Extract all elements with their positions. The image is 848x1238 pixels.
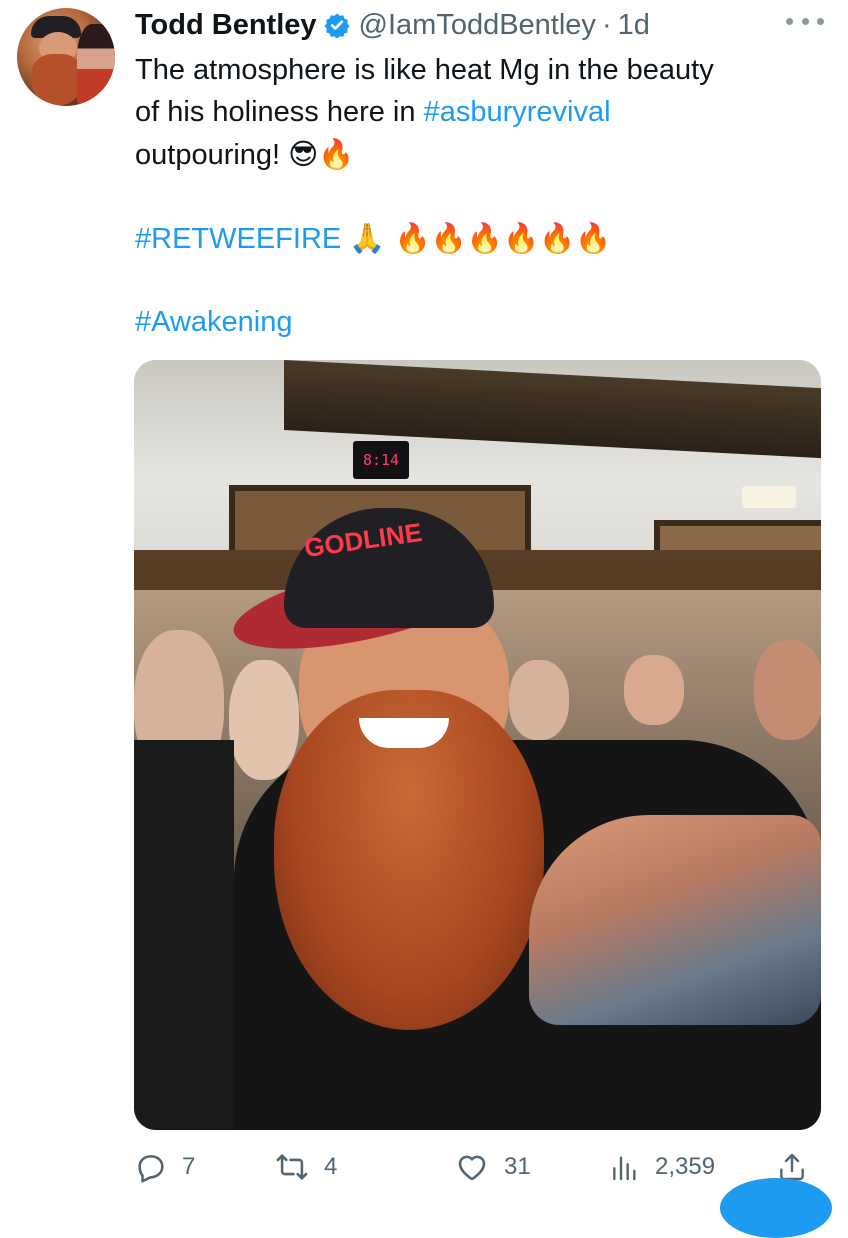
compose-button-edge[interactable] [720,1178,832,1238]
views-icon [613,1156,636,1181]
avatar-companion [77,24,115,106]
like-count: 31 [504,1153,531,1180]
tweet-text-line-4: #RETWEEFIRE 🙏 🔥🔥🔥🔥🔥🔥 [135,217,825,259]
tweet-time[interactable]: 1d [618,9,650,42]
reply-icon [138,1155,164,1183]
tweet-actions: 7 4 31 2,359 [134,1145,824,1189]
tweet-text: The atmosphere is like heat Mg in the be… [135,49,825,343]
more-dot [817,17,824,25]
tweet[interactable]: Todd Bentley @IamToddBentley · 1d The at… [0,0,848,1238]
tweet-text-segment: of his holiness here in [135,96,424,128]
view-count: 2,359 [655,1153,716,1180]
photo-tattooed-arm [529,815,821,1025]
more-dot [801,17,809,25]
emoji-sunglasses-fire: 😎🔥 [288,137,355,171]
hashtag-asburyrevival[interactable]: #asburyrevival [424,96,611,128]
tweet-photo[interactable]: 8:14 GODLINE [134,360,821,1130]
hashtag-awakening[interactable]: #Awakening [135,306,292,338]
author-name[interactable]: Todd Bentley [135,9,317,42]
tweet-header: Todd Bentley @IamToddBentley · 1d [135,4,650,46]
tweet-text-segment: outpouring! [135,139,289,171]
retweet-button[interactable]: 4 [274,1145,337,1189]
hashtag-retweefire[interactable]: #RETWEEFIRE [135,223,341,255]
photo-person [754,640,821,740]
photo-light [742,486,796,508]
more-dot [786,17,793,25]
photo-person [229,660,299,780]
retweet-icon [276,1154,308,1180]
like-icon [458,1155,486,1181]
author-handle[interactable]: @IamToddBentley [359,9,596,42]
photo-shadow [134,740,234,1130]
reply-count: 7 [182,1153,196,1180]
tweet-text-line-2: of his holiness here in #asburyrevival [135,91,825,133]
photo-person [509,660,569,740]
photo-person [624,655,684,725]
reply-button[interactable]: 7 [134,1145,195,1189]
retweet-count: 4 [324,1153,338,1180]
emoji-pray-fire: 🙏 🔥🔥🔥🔥🔥🔥 [349,221,612,255]
header-separator: · [601,8,612,41]
avatar[interactable] [17,8,115,106]
like-button[interactable]: 31 [454,1145,531,1189]
avatar-beard [31,54,83,106]
views-button[interactable]: 2,359 [609,1145,715,1189]
more-options-icon[interactable] [786,14,824,28]
tweet-text-line-3: outpouring! 😎🔥 [135,133,825,175]
tweet-text-line-1: The atmosphere is like heat Mg in the be… [135,54,714,86]
photo-clock: 8:14 [353,441,409,479]
tweet-text-line-5: #Awakening [135,301,825,343]
verified-badge-icon [324,12,350,39]
